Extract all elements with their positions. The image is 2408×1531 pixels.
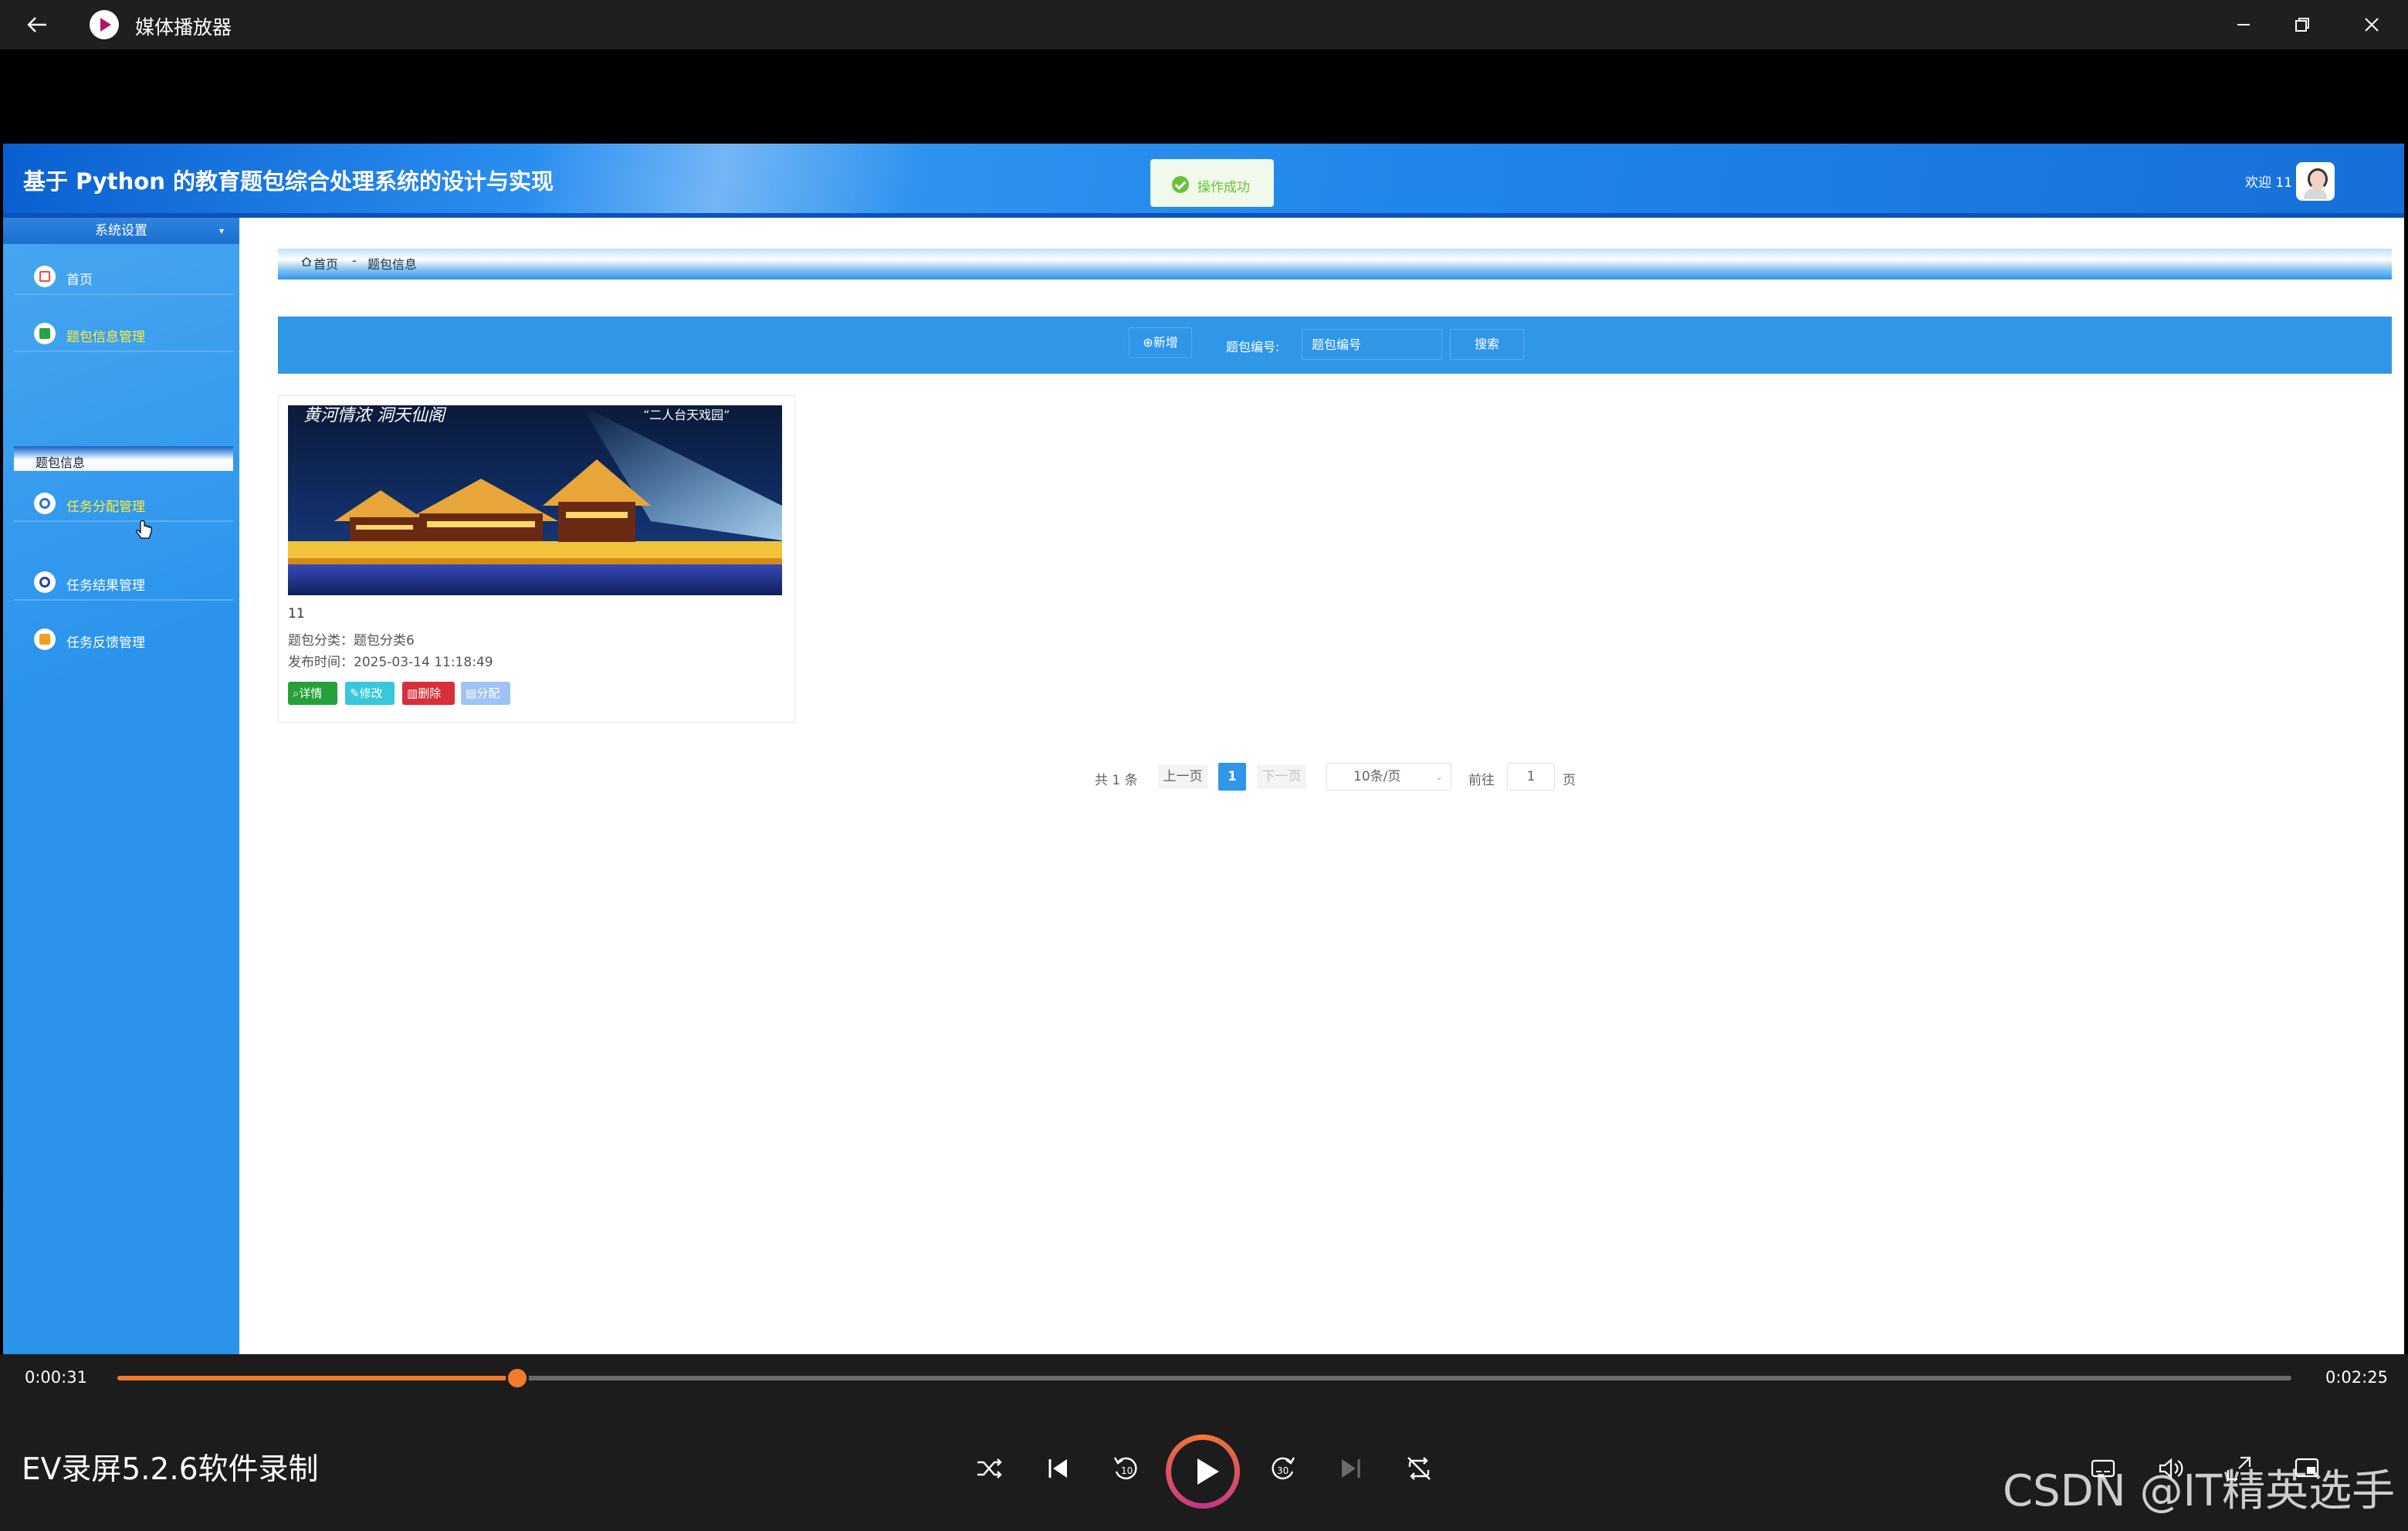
next-page-button[interactable]: 下一页 [1257,764,1306,789]
system-title: 基于 Python 的教育题包综合处理系统的设计与实现 [23,168,554,195]
add-button[interactable]: ⊕新增 [1129,327,1192,358]
sidebar-section-title: 系统设置 [95,223,147,239]
search-label: 题包编号: [1226,340,1280,354]
window-titlebar: 媒体播放器 [0,0,2408,49]
seek-bar[interactable] [117,1367,2291,1390]
hand-cursor-icon [136,520,152,539]
next-track-icon[interactable] [1334,1451,1368,1485]
goto-page-input[interactable]: 1 [1507,763,1555,791]
media-player-icon [90,10,119,39]
minimize-icon[interactable] [2230,11,2257,39]
seek-bar-progress [117,1376,518,1380]
previous-track-icon[interactable] [1041,1451,1075,1485]
close-icon[interactable] [2358,11,2386,39]
check-circle-icon [1172,176,1189,193]
search-input[interactable] [1302,329,1442,360]
delete-button[interactable]: ▥删除 [402,682,455,705]
assign-button-label: 分配 [476,686,500,700]
restore-icon[interactable] [2288,11,2316,39]
media-player-controls: 0:00:31 0:02:25 EV录屏5.2.6软件录制 10 30 CSDN… [0,1354,2408,1531]
avatar[interactable] [2296,162,2335,201]
sidebar-item-label: 首页 [66,273,93,288]
repeat-icon[interactable] [1402,1451,1436,1485]
breadcrumb-home[interactable]: 首页 [313,254,338,273]
package-cover-image[interactable]: 黄河情浓 洞天仙阁 “二人台天戏园” [288,405,782,595]
sidebar-section-header[interactable]: 系统设置 ▾ [3,218,239,244]
search-toolbar: ⊕新增 题包编号: 搜索 [278,317,2392,374]
sidebar-item-label: 任务分配管理 [66,500,145,515]
forward-30-icon[interactable]: 30 [1266,1451,1300,1485]
breadcrumb-separator: - [352,253,357,268]
sidebar: 系统设置 ▾ 首页 题包信息管理 题包信息 任务分配管理 任务结果管理 任务反馈… [3,218,239,1354]
play-button[interactable] [1166,1434,1240,1509]
app-header: 基于 Python 的教育题包综合处理系统的设计与实现 操作成功 欢迎 11 [3,144,2404,218]
chevron-down-icon: ⌄ [1434,771,1443,782]
recording-title: EV录屏5.2.6软件录制 [22,1452,319,1487]
circle-icon [34,493,56,514]
video-letterbox [0,49,2408,144]
pagination-total: 共 1 条 [1095,773,1138,788]
edit-button-label: 修改 [359,686,383,700]
add-button-label: 新增 [1153,335,1178,350]
pagination: 共 1 条 上一页 1 下一页 10条/页 ⌄ 前往 1 页 [1095,763,1589,791]
page-unit-label: 页 [1563,773,1576,788]
rewind-10-icon[interactable]: 10 [1109,1451,1143,1485]
home-icon [301,257,312,266]
detail-button[interactable]: ⌕详情 [288,682,337,705]
assign-button[interactable]: ▤分配 [461,682,510,705]
pencil-icon: ✎ [350,686,360,700]
window-title: 媒体播放器 [135,16,232,39]
sidebar-item-label: 题包信息管理 [66,330,145,345]
image-caption-left: 黄河情浓 洞天仙阁 [303,406,447,425]
search-button[interactable]: 搜索 [1450,329,1524,360]
package-name: 11 [288,606,305,622]
sidebar-group-label: 题包信息 [36,456,86,470]
welcome-text: 欢迎 11 [2245,175,2293,191]
home-icon [34,266,56,287]
document-icon: ▤ [466,686,477,700]
app-viewport: 基于 Python 的教育题包综合处理系统的设计与实现 操作成功 欢迎 11 系… [3,144,2404,1354]
seek-handle[interactable] [506,1367,530,1390]
chevron-down-icon: ▾ [218,225,224,236]
pavilion-night-photo: 黄河情浓 洞天仙阁 “二人台天戏园” [288,405,782,595]
package-publish-time: 发布时间：2025-03-14 11:18:49 [288,655,493,670]
image-caption-right: “二人台天戏园” [643,408,730,422]
prev-page-button[interactable]: 上一页 [1158,764,1207,789]
square-icon [34,323,56,344]
sidebar-item-package-management[interactable]: 题包信息管理 [14,315,233,352]
sidebar-item-task-results[interactable]: 任务结果管理 [14,564,233,601]
back-arrow-icon[interactable] [23,11,51,39]
plus-circle-icon: ⊕ [1143,335,1153,350]
square-icon [34,628,56,650]
edit-button[interactable]: ✎修改 [345,682,395,705]
total-time: 0:02:25 [2325,1368,2388,1387]
sidebar-item-label: 任务反馈管理 [66,635,145,651]
breadcrumb-current: 题包信息 [367,257,418,272]
current-time: 0:00:31 [25,1368,87,1387]
toast-message: 操作成功 [1197,180,1250,195]
delete-button-label: 删除 [418,686,442,700]
shuffle-icon[interactable] [973,1451,1007,1485]
svg-text:30: 30 [1277,1465,1289,1476]
sidebar-item-label: 任务结果管理 [66,578,145,594]
page-size-select[interactable]: 10条/页 ⌄ [1326,763,1451,791]
circle-icon [34,571,56,593]
detail-button-label: 详情 [299,686,323,700]
sidebar-item-task-feedback[interactable]: 任务反馈管理 [14,621,233,658]
watermark: CSDN @IT精英选手 [2003,1466,2396,1516]
trash-icon: ▥ [407,686,418,700]
package-category: 题包分类：题包分类6 [288,633,415,649]
sidebar-item-task-assignment[interactable]: 任务分配管理 [14,485,233,522]
success-toast: 操作成功 [1150,159,1274,207]
goto-label: 前往 [1468,773,1495,788]
sidebar-group-header: 题包信息 [14,446,233,471]
breadcrumb: 首页 - 题包信息 [278,249,2392,279]
sidebar-item-home[interactable]: 首页 [14,258,233,295]
page-size-value: 10条/页 [1353,769,1401,784]
package-card: 黄河情浓 洞天仙阁 “二人台天戏园” 11 题包分类：题包分类6 发布时间：20… [278,395,795,723]
svg-text:10: 10 [1121,1465,1133,1476]
page-number-current[interactable]: 1 [1218,763,1246,791]
